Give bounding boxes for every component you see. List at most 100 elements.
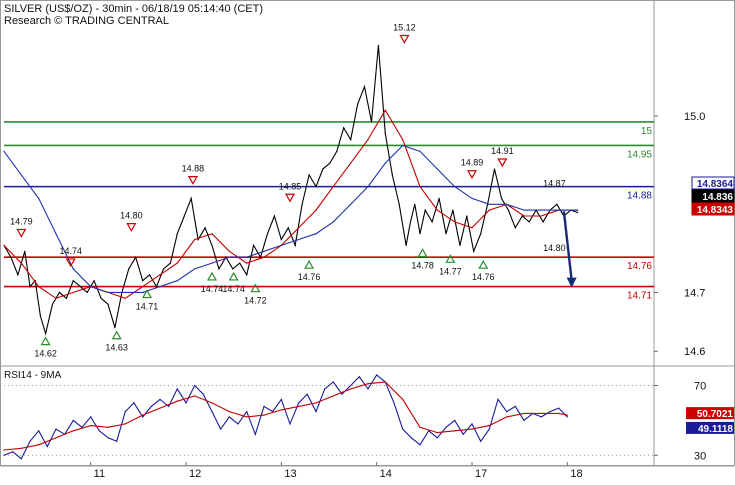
point-price-50 [343,127,345,129]
point-rsi-21 [185,402,187,404]
point-ma_slow-16 [280,244,282,246]
marker-up-7 [206,271,218,281]
point-price-40 [273,215,275,217]
point-ma_slow-11 [194,268,196,270]
annotation-label-5: 14.71 [136,302,159,312]
point-price-61 [414,203,416,205]
point-ma_fast-13 [228,250,230,252]
point-rsi-1 [12,451,14,453]
point-price-53 [363,86,366,88]
point-rsi-17 [150,405,152,407]
x-tick-label-4: 17 [475,468,487,480]
point-rsi-39 [341,393,343,395]
point-rsi-53 [462,433,464,435]
point-rsi-18 [159,398,161,400]
point-price-67 [452,209,454,211]
point-rsi_ma-19 [332,395,334,397]
point-price-17 [114,327,116,329]
point-price-25 [169,262,171,264]
point-ma_fast-2 [38,286,40,288]
point-price-1 [10,256,12,258]
point-rsi_ma-13 [228,411,230,413]
point-price-39 [266,233,269,235]
marker-up-9 [250,283,261,293]
point-rsi_ma-17 [298,405,300,407]
x-tick-label-1: 12 [189,468,201,480]
point-ma_slow-31 [540,209,542,211]
point-rsi_ma-6 [107,426,109,428]
point-price-8 [51,303,54,305]
point-price-51 [350,139,352,141]
point-price-21 [142,280,144,282]
annotation-label-2: 14.74 [59,246,82,256]
point-ma_fast-15 [263,256,265,258]
point-rsi-5 [46,445,48,448]
point-rsi_ma-22 [384,381,386,383]
point-rsi-45 [393,402,395,404]
point-ma_fast-21 [367,139,369,141]
point-ma_fast-4 [72,291,74,293]
point-rsi_ma-25 [436,432,438,434]
x-tick-label-3: 14 [380,468,392,480]
level-label-2: 14.88 [627,191,652,202]
point-rsi-24 [211,411,213,413]
point-price-63 [424,209,426,211]
point-price-16 [107,303,109,305]
point-rsi-60 [523,419,525,421]
point-rsi_ma-0 [3,449,5,451]
marker-up-3 [111,330,122,340]
point-price-82 [556,203,558,205]
point-rsi-38 [332,381,334,383]
point-rsi_ma-33 [566,414,568,416]
point-rsi_ma-1 [20,447,22,449]
annotation-label-17: 14.91 [491,146,514,156]
point-price-23 [155,286,158,288]
point-rsi-35 [306,393,308,395]
annotation-label-16: 14.76 [472,272,495,282]
point-rsi_ma-15 [263,414,265,416]
point-rsi_ma-8 [142,414,144,416]
point-price-69 [466,215,468,217]
point-ma_slow-29 [506,203,508,205]
point-rsi-52 [454,419,456,421]
point-rsi-59 [514,405,516,407]
point-ma_slow-8 [142,291,144,293]
point-ma_slow-25 [436,168,438,170]
point-rsi_ma-4 [72,430,74,432]
point-price-2 [17,274,19,276]
point-ma_slow-3 [55,233,57,235]
point-price-62 [419,233,421,235]
chart-title: SILVER (US$/OZ) - 30min - 06/18/19 05:14… [4,3,264,15]
point-price-74 [500,197,503,199]
point-price-68 [459,244,461,246]
point-price-24 [162,268,165,270]
point-price-42 [287,227,289,229]
rsi-tag-label-0: 50.7021 [697,409,734,420]
point-rsi-2 [20,458,22,460]
point-ma_fast-30 [523,215,525,217]
point-rsi_ma-31 [540,412,542,414]
point-rsi_ma-23 [402,398,404,400]
point-rsi_ma-2 [38,444,40,446]
point-ma_fast-24 [419,186,421,188]
point-ma_fast-10 [176,262,178,264]
point-ma_slow-17 [298,238,300,241]
annotation-label-11: 14.76 [298,272,321,282]
marker-down-1 [16,228,27,238]
point-ma_slow-15 [263,250,265,252]
point-rsi-48 [419,444,421,446]
point-rsi-58 [506,411,508,413]
point-ma_fast-11 [194,238,196,241]
point-price-57 [391,174,393,176]
level-label-4: 14.71 [627,291,652,302]
point-ma_slow-26 [454,186,456,188]
point-price-71 [480,233,482,235]
point-price-10 [65,297,67,299]
point-price-66 [445,233,447,235]
point-price-78 [528,221,530,223]
series-ma_slow [3,144,578,293]
point-rsi-11 [98,430,100,432]
point-ma_fast-18 [315,209,317,211]
point-price-58 [398,203,400,205]
price-tag-label-2: 14.8343 [697,205,734,216]
